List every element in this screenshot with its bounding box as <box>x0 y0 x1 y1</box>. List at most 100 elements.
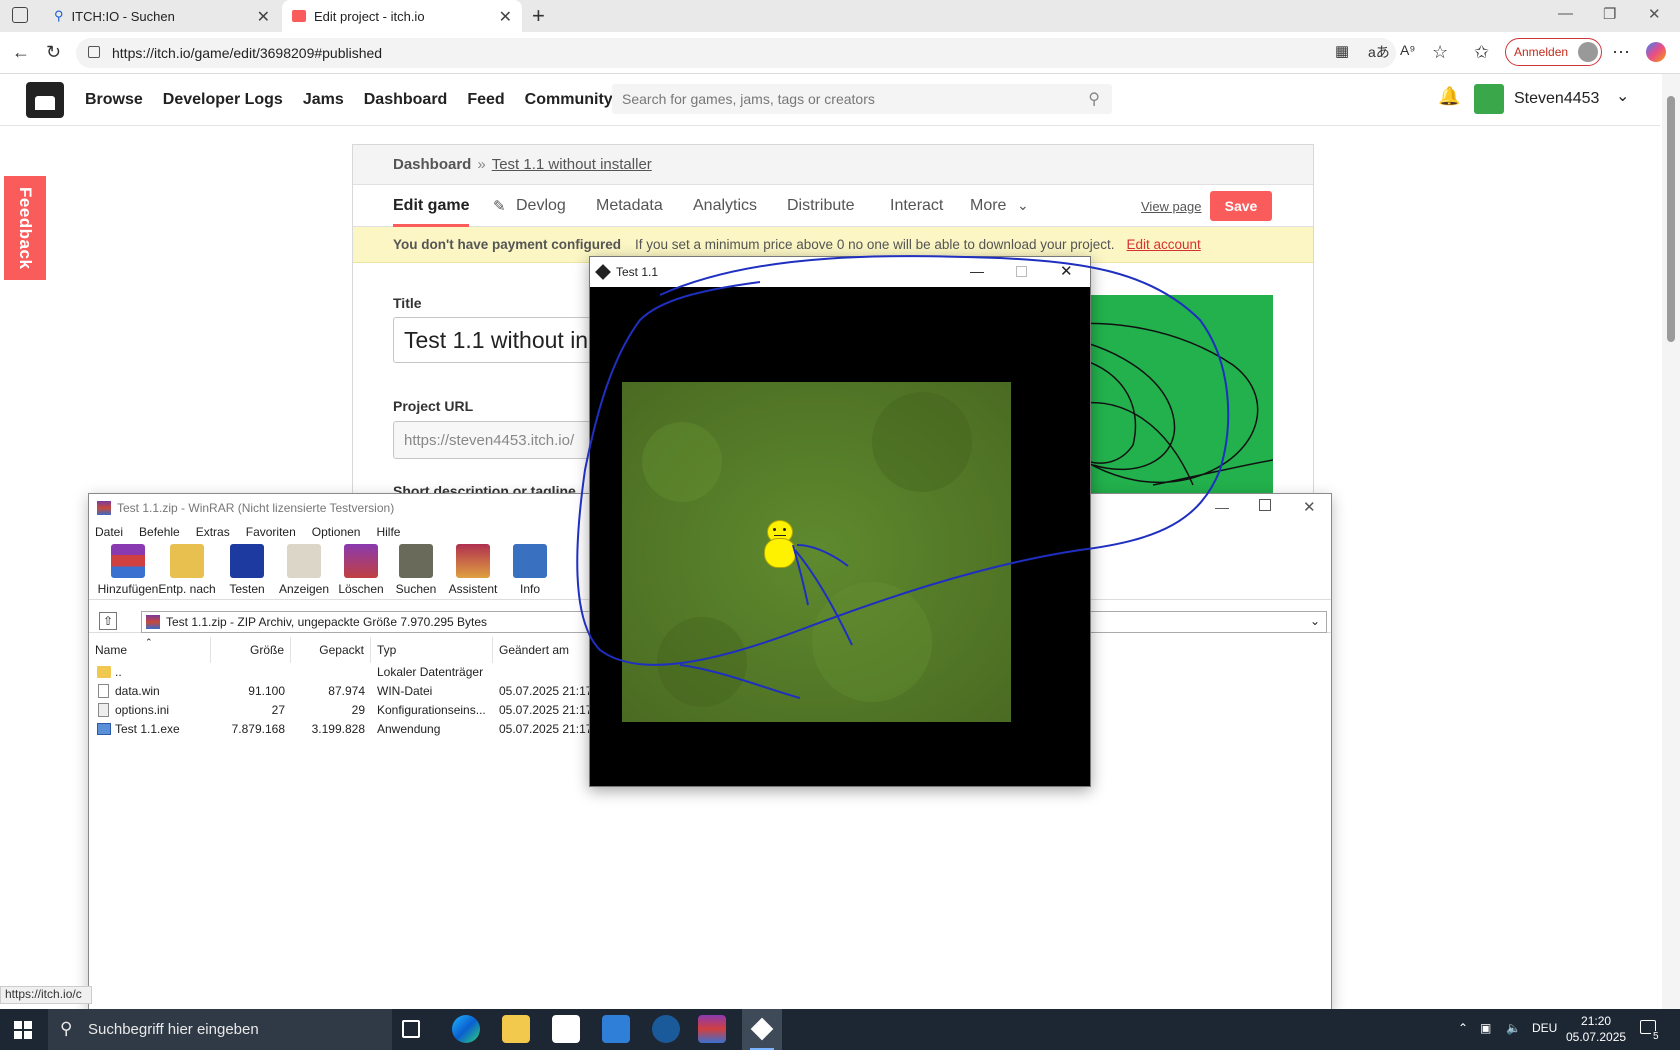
nav-jams[interactable]: Jams <box>303 91 344 109</box>
tool-assistent-button[interactable]: Assistent <box>441 544 505 596</box>
steam-icon[interactable] <box>652 1015 680 1043</box>
new-tab-button[interactable]: + <box>532 3 545 29</box>
sign-in-label: Anmelden <box>1514 45 1569 59</box>
taskbar-clock[interactable]: 21:20 05.07.2025 <box>1566 1013 1626 1045</box>
menu-datei[interactable]: Datei <box>95 525 123 539</box>
tab-actions-icon[interactable] <box>12 7 28 23</box>
tool-entpacken-button[interactable]: Entp. nach <box>155 544 219 596</box>
view-page-link[interactable]: View page <box>1141 199 1201 214</box>
col-packed[interactable]: Gepackt <box>291 637 371 663</box>
tab-devlog[interactable]: Devlog <box>516 197 566 215</box>
nav-community[interactable]: Community <box>525 91 613 109</box>
page-scrollbar[interactable] <box>1662 74 1680 1009</box>
tab-itch-search[interactable]: ⚲ ITCH:IO - Suchen ✕ <box>44 0 280 32</box>
menu-optionen[interactable]: Optionen <box>312 525 361 539</box>
tab-interact[interactable]: Interact <box>890 197 943 215</box>
col-label: Name <box>95 643 128 657</box>
scrollbar-thumb[interactable] <box>1667 96 1675 342</box>
favorites-list-icon[interactable]: ✩ <box>1474 42 1489 63</box>
nav-developer-logs[interactable]: Developer Logs <box>163 91 283 109</box>
menu-favoriten[interactable]: Favoriten <box>246 525 296 539</box>
feedback-button[interactable]: Feedback <box>4 176 46 280</box>
windows-start-icon[interactable] <box>14 1021 32 1039</box>
breadcrumb-dashboard[interactable]: Dashboard <box>393 156 471 173</box>
minimize-icon[interactable]: — <box>1558 5 1573 22</box>
winrar-taskbar-icon[interactable] <box>698 1015 726 1043</box>
mail-icon[interactable] <box>602 1015 630 1043</box>
copilot-icon[interactable] <box>1646 42 1666 62</box>
more-options-icon[interactable]: ⋯ <box>1612 42 1630 63</box>
tab-more[interactable]: More <box>970 197 1006 215</box>
col-modified[interactable]: Geändert am <box>493 637 603 663</box>
chevron-down-icon: ⌄ <box>1017 197 1029 213</box>
task-view-icon[interactable] <box>402 1020 420 1038</box>
edit-account-link[interactable]: Edit account <box>1127 237 1201 252</box>
close-tab-icon[interactable]: ✕ <box>257 7 270 27</box>
profile-avatar-icon <box>1578 42 1598 62</box>
nav-feed[interactable]: Feed <box>467 91 504 109</box>
tool-testen-button[interactable]: Testen <box>215 544 279 596</box>
nav-browse[interactable]: Browse <box>85 91 143 109</box>
menu-befehle[interactable]: Befehle <box>139 525 180 539</box>
col-label: Größe <box>249 643 284 657</box>
col-size[interactable]: Größe <box>211 637 291 663</box>
itch-logo-icon[interactable] <box>26 82 64 118</box>
app-view-icon[interactable]: ▦ <box>1335 42 1349 60</box>
tool-info-button[interactable]: Info <box>498 544 562 596</box>
file-type: WIN-Datei <box>377 684 433 698</box>
breadcrumb-project[interactable]: Test 1.1 without installer <box>492 156 652 173</box>
maximize-icon[interactable] <box>1259 499 1271 511</box>
keyboard-language[interactable]: DEU <box>1532 1021 1557 1035</box>
store-icon[interactable] <box>552 1015 580 1043</box>
sign-in-button[interactable]: Anmelden <box>1505 38 1602 66</box>
translate-icon[interactable]: aあ <box>1368 42 1390 62</box>
tool-hinzufuegen-button[interactable]: Hinzufügen <box>96 544 160 596</box>
site-info-icon[interactable] <box>88 46 100 58</box>
wizard-icon <box>456 544 490 578</box>
tab-metadata[interactable]: Metadata <box>596 197 663 215</box>
restore-icon[interactable]: ❐ <box>1603 5 1616 23</box>
tool-anzeigen-button[interactable]: Anzeigen <box>272 544 336 596</box>
minimize-icon[interactable]: — <box>970 263 984 279</box>
username[interactable]: Steven4453 <box>1514 90 1599 108</box>
notifications-bell-icon[interactable]: 🔔 <box>1438 86 1460 107</box>
search-icon[interactable]: ⚲ <box>1088 89 1100 109</box>
menu-extras[interactable]: Extras <box>196 525 230 539</box>
minimize-icon[interactable]: — <box>1215 499 1229 515</box>
back-icon[interactable]: ← <box>12 42 30 63</box>
tab-edit-project[interactable]: Edit project - itch.io ✕ <box>282 0 522 32</box>
volume-icon[interactable]: 🔈 <box>1506 1021 1521 1035</box>
refresh-icon[interactable]: ↻ <box>46 42 61 63</box>
file-icon <box>98 684 109 698</box>
close-window-icon[interactable]: ✕ <box>1060 262 1073 280</box>
close-tab-icon[interactable]: ✕ <box>499 7 512 27</box>
close-window-icon[interactable]: ✕ <box>1648 5 1661 23</box>
chevron-down-icon[interactable]: ⌄ <box>1616 86 1629 106</box>
tab-analytics[interactable]: Analytics <box>693 197 757 215</box>
menu-hilfe[interactable]: Hilfe <box>376 525 400 539</box>
tab-distribute[interactable]: Distribute <box>787 197 855 215</box>
col-name[interactable]: Name ⌃ <box>89 637 211 663</box>
nav-dashboard[interactable]: Dashboard <box>364 91 448 109</box>
itch-search-input[interactable]: Search for games, jams, tags or creators… <box>612 84 1112 114</box>
tab-edit-game[interactable]: Edit game <box>393 197 470 227</box>
search-icon: ⚲ <box>54 8 64 23</box>
file-explorer-icon[interactable] <box>502 1015 530 1043</box>
up-folder-icon[interactable]: ⇧ <box>99 612 117 630</box>
chevron-down-icon[interactable]: ⌄ <box>1310 614 1320 628</box>
game-grass-field[interactable] <box>622 382 1011 722</box>
col-type[interactable]: Typ <box>371 637 493 663</box>
close-window-icon[interactable]: ✕ <box>1303 498 1316 516</box>
favorite-star-icon[interactable]: ☆ <box>1432 42 1448 63</box>
tool-suchen-button[interactable]: Suchen <box>384 544 448 596</box>
taskbar-search-input[interactable]: ⚲ Suchbegriff hier eingeben <box>48 1009 392 1050</box>
user-avatar[interactable] <box>1474 84 1504 114</box>
edge-browser-icon[interactable] <box>452 1015 480 1043</box>
tray-overflow-icon[interactable]: ⌃ <box>1458 1021 1468 1035</box>
read-aloud-icon[interactable]: A⁹ <box>1400 42 1415 58</box>
url-input[interactable]: https://itch.io/game/edit/3698209#publis… <box>76 38 1396 68</box>
network-icon[interactable]: ▣ <box>1480 1021 1491 1035</box>
gamemaker-taskbar-button[interactable] <box>742 1009 782 1050</box>
tab-title: ITCH:IO - Suchen <box>71 8 175 24</box>
save-button[interactable]: Save <box>1210 191 1272 221</box>
